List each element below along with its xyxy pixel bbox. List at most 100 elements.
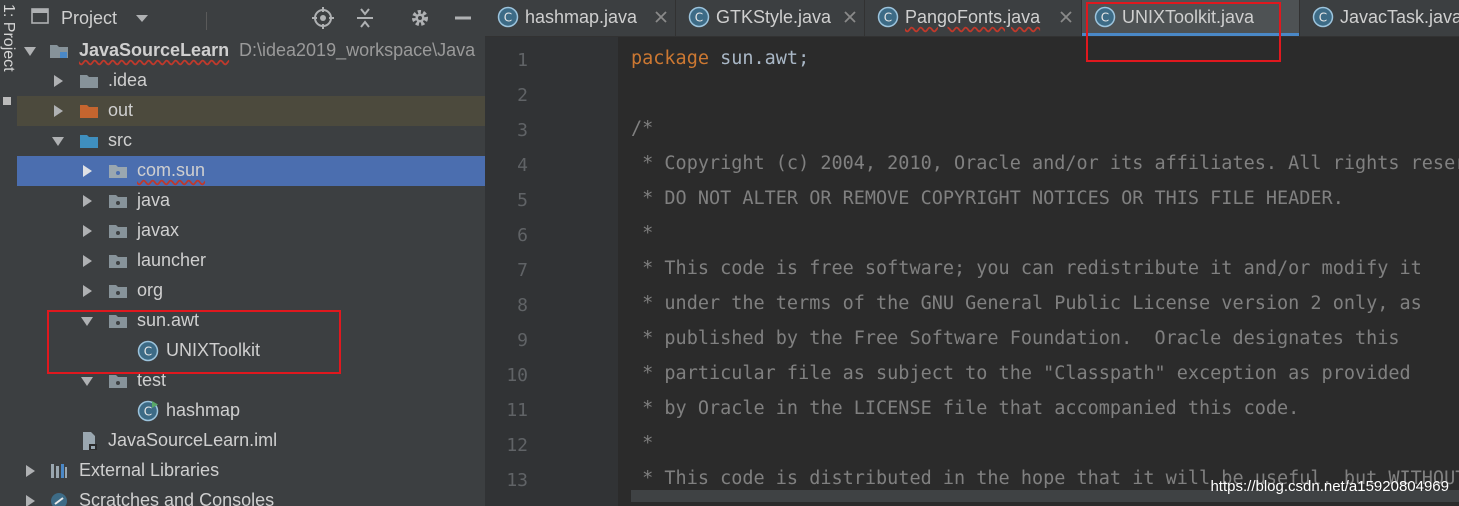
hide-icon[interactable] — [451, 6, 475, 30]
code-line: * under the terms of the GNU General Pub… — [631, 293, 1422, 314]
collapse-icon[interactable] — [353, 6, 377, 30]
tree-item-javasourcelearn[interactable]: JavaSourceLearn D:\idea2019_workspace\Ja… — [17, 36, 485, 66]
chevron-right-icon[interactable] — [80, 224, 94, 238]
code-editor[interactable]: package sun.awt; /* * Copyright (c) 2004… — [631, 37, 1459, 506]
chevron-right-icon[interactable] — [80, 194, 94, 208]
tool-window-icon — [3, 97, 11, 105]
line-number: 8 — [517, 295, 528, 316]
keyword: package — [631, 48, 709, 69]
line-number: 9 — [517, 330, 528, 351]
line-number: 7 — [517, 260, 528, 281]
editor-area: C hashmap.java C GTKStyle.java C PangoFo… — [485, 0, 1459, 506]
project-view-icon — [31, 8, 49, 24]
class-icon: C — [877, 6, 899, 28]
line-number: 11 — [506, 400, 528, 421]
close-icon[interactable] — [653, 9, 669, 25]
tree-item-label: out — [108, 100, 134, 120]
code-line: * — [631, 223, 654, 244]
tree-item-label: .idea — [108, 70, 148, 90]
chevron-right-icon[interactable] — [80, 284, 94, 298]
chevron-right-icon[interactable] — [80, 164, 94, 178]
tab-gtkstyle[interactable]: C GTKStyle.java — [676, 0, 864, 36]
chevron-right-icon[interactable] — [51, 104, 65, 118]
close-icon[interactable] — [1058, 9, 1074, 25]
chevron-down-icon[interactable] — [80, 374, 94, 388]
tree-item-javax[interactable]: javax — [17, 216, 485, 246]
tree-item-label: java — [137, 190, 171, 210]
code-line: * Copyright (c) 2004, 2010, Oracle and/o… — [631, 153, 1459, 174]
class-runnable-icon: C — [137, 400, 159, 422]
chevron-right-icon[interactable] — [51, 74, 65, 88]
iml-file-icon — [83, 432, 97, 450]
close-icon[interactable] — [842, 9, 858, 25]
code-line-package: package sun.awt; — [631, 48, 809, 69]
package-icon — [109, 255, 127, 268]
tree-item-src[interactable]: src — [17, 126, 485, 156]
scratches-icon — [51, 493, 67, 506]
line-number: 13 — [506, 470, 528, 491]
tree-item-java[interactable]: java — [17, 186, 485, 216]
chevron-right-icon[interactable] — [23, 494, 37, 506]
gear-icon[interactable] — [408, 6, 432, 30]
header-separator — [206, 12, 207, 30]
svg-text:C: C — [144, 405, 152, 419]
line-number: 6 — [517, 225, 528, 246]
tree-item-label: org — [137, 280, 164, 300]
package-icon — [109, 195, 127, 208]
tree-item-label: Scratches and Consoles — [79, 490, 275, 506]
project-panel: Project JavaSourceLearn D:\idea2019_work… — [17, 0, 485, 506]
tab-label: hashmap.java — [525, 7, 638, 27]
line-number: 1 — [517, 50, 528, 71]
chevron-down-icon[interactable] — [23, 44, 37, 58]
editor-tab-bar: C hashmap.java C GTKStyle.java C PangoFo… — [485, 0, 1459, 37]
tree-item-label: launcher — [137, 250, 207, 270]
tree-item-org[interactable]: org — [17, 276, 485, 306]
line-number-gutter[interactable]: 1 2 3 4 5 6 7 8 9 10 11 12 13 — [485, 37, 618, 506]
chevron-right-icon[interactable] — [23, 464, 37, 478]
tab-pangofonts[interactable]: C PangoFonts.java — [865, 0, 1081, 36]
code-line: /* — [631, 118, 654, 139]
tree-item-label: com.sun — [137, 160, 206, 180]
tab-hashmap[interactable]: C hashmap.java — [485, 0, 675, 36]
panel-title[interactable]: Project — [61, 8, 117, 29]
package-name: sun.awt; — [708, 48, 810, 69]
tree-item-label: JavaSourceLearn — [79, 40, 230, 60]
code-line: * — [631, 433, 654, 454]
panel-header: Project — [17, 0, 485, 36]
tree-item-iml[interactable]: JavaSourceLearn.iml — [17, 426, 485, 456]
package-icon — [109, 225, 127, 238]
svg-text:C: C — [1319, 11, 1327, 25]
package-icon — [109, 375, 127, 388]
tree-item-label: hashmap — [166, 400, 241, 420]
tree-item-launcher[interactable]: launcher — [17, 246, 485, 276]
tree-item-out[interactable]: out — [17, 96, 485, 126]
chevron-down-icon[interactable] — [133, 9, 151, 27]
module-folder-icon — [50, 45, 68, 58]
class-icon: C — [497, 6, 519, 28]
tree-item-idea[interactable]: .idea — [17, 66, 485, 96]
chevron-down-icon[interactable] — [51, 134, 65, 148]
tree-item-label: External Libraries — [79, 460, 220, 480]
tree-item-com-sun[interactable]: com.sun — [17, 156, 485, 186]
svg-text:C: C — [884, 11, 892, 25]
tree-item-label: src — [108, 130, 132, 150]
module-path: D:\idea2019_workspace\Java — [239, 40, 476, 60]
tool-window-strip: 1: Project — [0, 0, 18, 506]
tab-label: PangoFonts.java — [905, 7, 1041, 27]
tree-item-scratches[interactable]: Scratches and Consoles — [17, 486, 485, 506]
project-tool-window-button[interactable]: 1: Project — [0, 4, 17, 72]
chevron-right-icon[interactable] — [80, 254, 94, 268]
tree-item-hashmap[interactable]: C hashmap — [17, 396, 485, 426]
code-line: * This code is free software; you can re… — [631, 258, 1422, 279]
line-number: 4 — [517, 155, 528, 176]
locate-icon[interactable] — [311, 6, 335, 30]
libraries-icon — [51, 464, 67, 478]
tree-item-label: javax — [137, 220, 180, 240]
class-icon: C — [1312, 6, 1334, 28]
excluded-folder-icon — [80, 105, 98, 118]
tab-javactask[interactable]: C JavacTask.java — [1300, 0, 1459, 36]
tree-item-external-libraries[interactable]: External Libraries — [17, 456, 485, 486]
line-number: 10 — [506, 365, 528, 386]
code-line: * DO NOT ALTER OR REMOVE COPYRIGHT NOTIC… — [631, 188, 1344, 209]
svg-text:C: C — [504, 11, 512, 25]
